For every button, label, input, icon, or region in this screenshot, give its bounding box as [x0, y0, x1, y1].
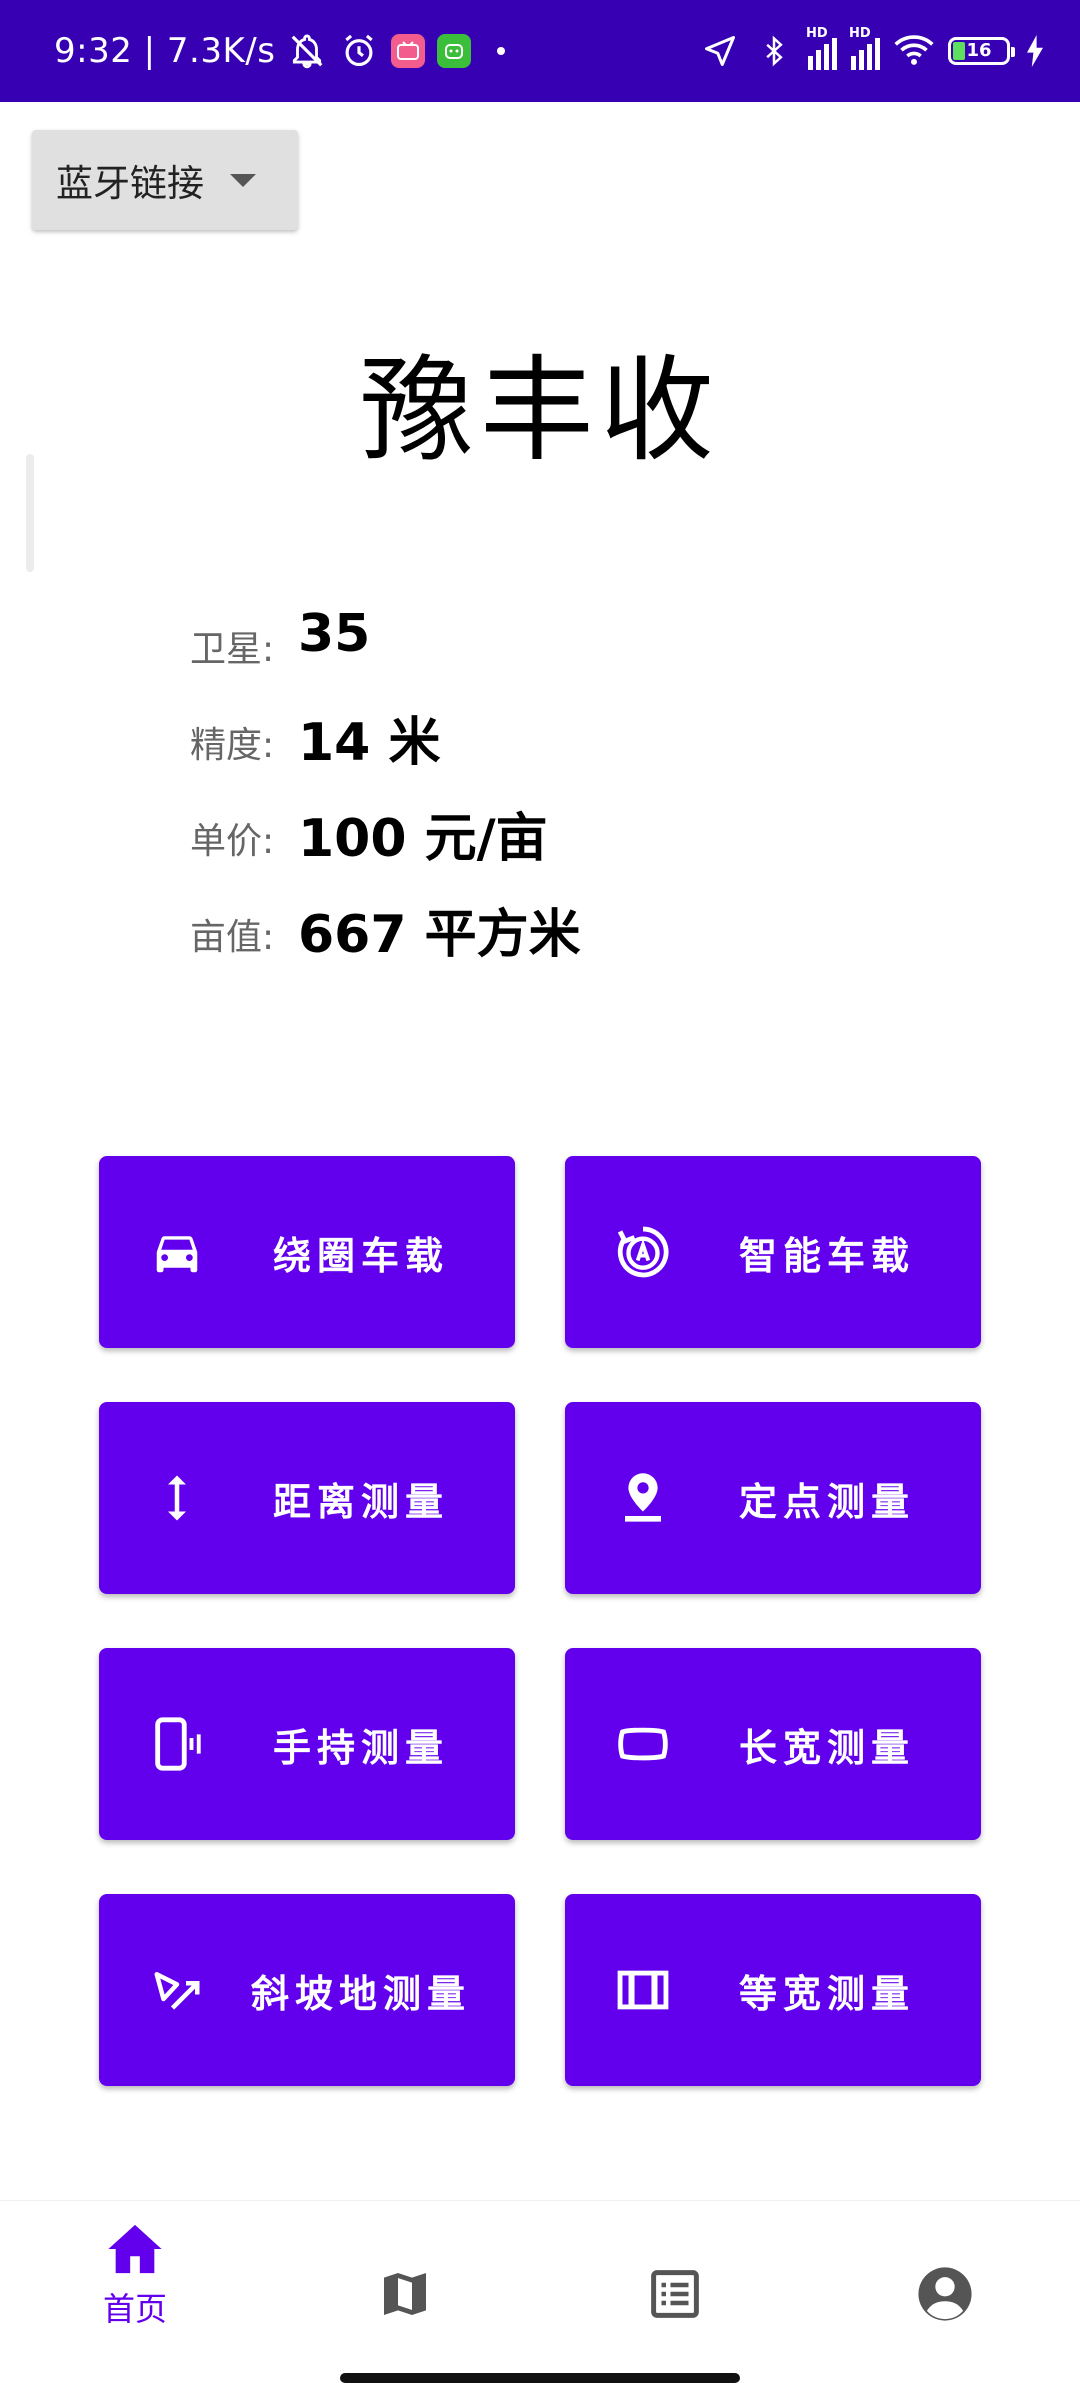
caret-down-icon	[230, 174, 256, 187]
map-icon	[377, 2266, 433, 2326]
home-gesture-bar[interactable]	[340, 2373, 740, 2383]
bottom-navigation: 首页	[0, 2200, 1080, 2401]
satellite-label: 卫星:	[190, 629, 275, 670]
more-notifications-dot	[497, 47, 506, 55]
home-icon	[106, 2222, 164, 2280]
handheld-measure-button[interactable]: 手持测量	[99, 1648, 515, 1840]
satellite-value: 35	[298, 604, 371, 664]
charging-bolt-icon	[1024, 31, 1046, 71]
accuracy-value: 14 米	[298, 713, 441, 773]
smart-vehicle-button[interactable]: 智能车载	[565, 1156, 981, 1348]
signal-hd-icon-2: HD	[849, 26, 880, 70]
battery-level: 16	[966, 40, 992, 61]
status-time-speed: 9:32 | 7.3K/s	[54, 31, 276, 71]
auto-mode-icon	[613, 1222, 673, 1282]
nav-account[interactable]	[810, 2221, 1080, 2371]
nav-list[interactable]	[540, 2221, 810, 2371]
battery-icon: 16	[948, 37, 1015, 65]
alarm-icon	[339, 31, 379, 71]
unit-price-label: 单价:	[190, 821, 275, 862]
nav-home[interactable]: 首页	[0, 2201, 270, 2351]
mu-area-value: 667 平方米	[298, 905, 581, 965]
smart-vehicle-label: 智能车载	[738, 1233, 915, 1278]
fixed-point-measure-label: 定点测量	[738, 1479, 915, 1524]
distance-measure-button[interactable]: 距离测量	[99, 1402, 515, 1594]
length-width-measure-label: 长宽测量	[738, 1725, 915, 1770]
length-width-measure-button[interactable]: 长宽测量	[565, 1648, 981, 1840]
mu-area-label: 亩值:	[190, 917, 275, 958]
location-pin-icon	[613, 1468, 673, 1528]
wifi-icon	[894, 31, 934, 71]
fixed-point-measure-button[interactable]: 定点测量	[565, 1402, 981, 1594]
equal-width-measure-label: 等宽测量	[738, 1971, 915, 2016]
distance-measure-label: 距离测量	[272, 1479, 449, 1524]
vertical-arrows-icon	[147, 1468, 207, 1528]
app-notification-icon	[437, 34, 472, 68]
location-arrow-icon	[700, 31, 740, 71]
bluetooth-icon	[754, 31, 794, 71]
rectangle-icon	[613, 1714, 673, 1774]
list-icon	[648, 2267, 702, 2325]
bluetooth-connect-dropdown[interactable]: 蓝牙链接	[32, 130, 298, 230]
nav-home-label: 首页	[102, 2290, 167, 2328]
loop-vehicle-button[interactable]: 绕圈车载	[99, 1156, 515, 1348]
account-icon	[916, 2265, 974, 2327]
slope-icon	[147, 1960, 207, 2020]
unit-price-value: 100 元/亩	[298, 809, 548, 869]
signal-hd-icon: HD	[806, 26, 837, 70]
notifications-off-icon	[287, 31, 327, 71]
status-bar: 9:32 | 7.3K/s HD HD 16	[0, 0, 1080, 102]
bilibili-app-icon	[391, 34, 426, 68]
loop-vehicle-label: 绕圈车载	[272, 1233, 449, 1278]
nav-map[interactable]	[270, 2221, 540, 2371]
bluetooth-dropdown-label: 蓝牙链接	[56, 162, 204, 205]
hd-label: HD	[806, 26, 828, 41]
handheld-measure-label: 手持测量	[272, 1725, 449, 1770]
car-icon	[147, 1222, 207, 1282]
hd-label-2: HD	[849, 26, 871, 41]
slope-measure-button[interactable]: 斜坡地测量	[99, 1894, 515, 2086]
equal-width-icon	[613, 1960, 673, 2020]
slope-measure-label: 斜坡地测量	[250, 1971, 471, 2016]
phone-vibrate-icon	[147, 1714, 207, 1774]
equal-width-measure-button[interactable]: 等宽测量	[565, 1894, 981, 2086]
accuracy-label: 精度:	[190, 725, 275, 766]
app-title: 豫丰收	[359, 344, 720, 477]
